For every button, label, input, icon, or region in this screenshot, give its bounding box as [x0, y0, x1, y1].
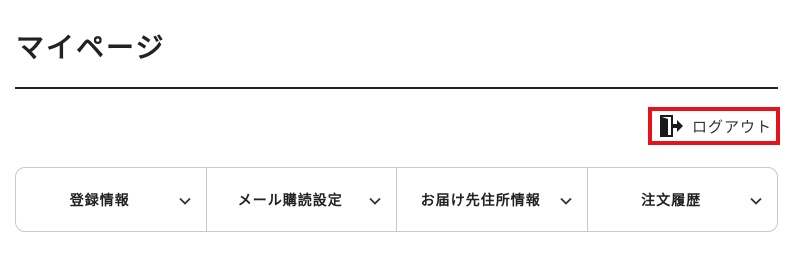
tab-label: お届け先住所情報	[420, 192, 541, 209]
tab-mail-subscription[interactable]: メール購読設定	[207, 168, 397, 231]
chevron-down-icon	[368, 193, 382, 207]
chevron-down-icon	[559, 193, 573, 207]
chevron-down-icon	[178, 193, 192, 207]
tab-label: メール購読設定	[237, 192, 343, 209]
title-divider	[15, 87, 778, 89]
chevron-down-icon	[749, 193, 763, 207]
tab-label: 注文履歴	[641, 192, 702, 209]
tab-registration-info[interactable]: 登録情報	[16, 168, 207, 231]
mypage-tabs: 登録情報 メール購読設定 お届け先住所情報 注文履歴	[15, 167, 778, 232]
tab-label: 登録情報	[69, 192, 130, 209]
logout-label: ログアウト	[692, 117, 773, 136]
tab-delivery-address[interactable]: お届け先住所情報	[397, 168, 588, 231]
logout-door-icon	[658, 114, 684, 138]
page-title: マイページ	[16, 31, 166, 64]
tab-order-history[interactable]: 注文履歴	[588, 168, 778, 231]
logout-button[interactable]: ログアウト	[648, 107, 780, 145]
